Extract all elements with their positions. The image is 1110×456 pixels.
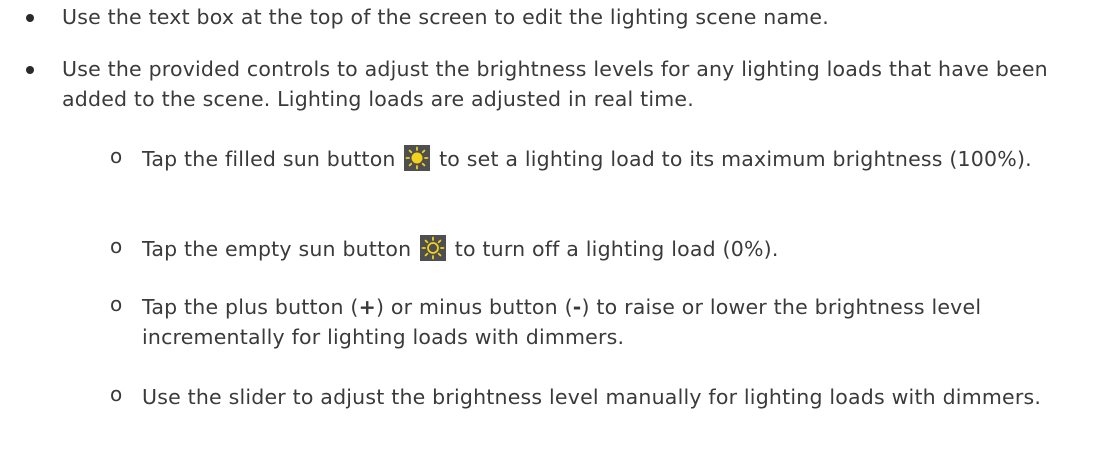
plus-symbol: +	[358, 295, 376, 319]
sun-filled-icon	[404, 145, 431, 171]
minus-symbol: -	[572, 295, 582, 319]
sub-item-text: Tap the empty sun button to turn off a l…	[142, 234, 1096, 264]
sub-item-text: Tap the filled sun button to set a light…	[142, 144, 1096, 174]
bullet-dot	[26, 14, 34, 22]
bullet-text: Use the text box at the top of the scree…	[62, 5, 829, 29]
empty-sun-text-before: Tap the empty sun button	[142, 237, 418, 261]
filled-sun-text-before: Tap the filled sun button	[142, 147, 403, 171]
bullet-text: Use the provided controls to adjust the …	[62, 57, 1048, 111]
sub-bullet-marker: o	[110, 144, 123, 168]
sun-empty-icon	[419, 235, 446, 261]
plus-minus-text-b: ) or minus button (	[376, 295, 573, 319]
sub-bullet-marker: o	[110, 382, 123, 406]
sub-bullet-marker: o	[110, 234, 123, 258]
empty-sun-text-after: to turn off a lighting load (0%).	[454, 237, 779, 261]
instructions-page: Use the text box at the top of the scree…	[0, 0, 1110, 456]
filled-sun-text-after: to set a lighting load to its maximum br…	[439, 147, 1032, 171]
sub-bullet-marker: o	[110, 292, 123, 316]
sub-item-text: Use the slider to adjust the brightness …	[142, 385, 1042, 409]
sub-item-text: Tap the plus button (+) or minus button …	[142, 292, 1096, 352]
bullet-dot	[26, 66, 34, 74]
plus-minus-text-a: Tap the plus button (	[142, 295, 359, 319]
